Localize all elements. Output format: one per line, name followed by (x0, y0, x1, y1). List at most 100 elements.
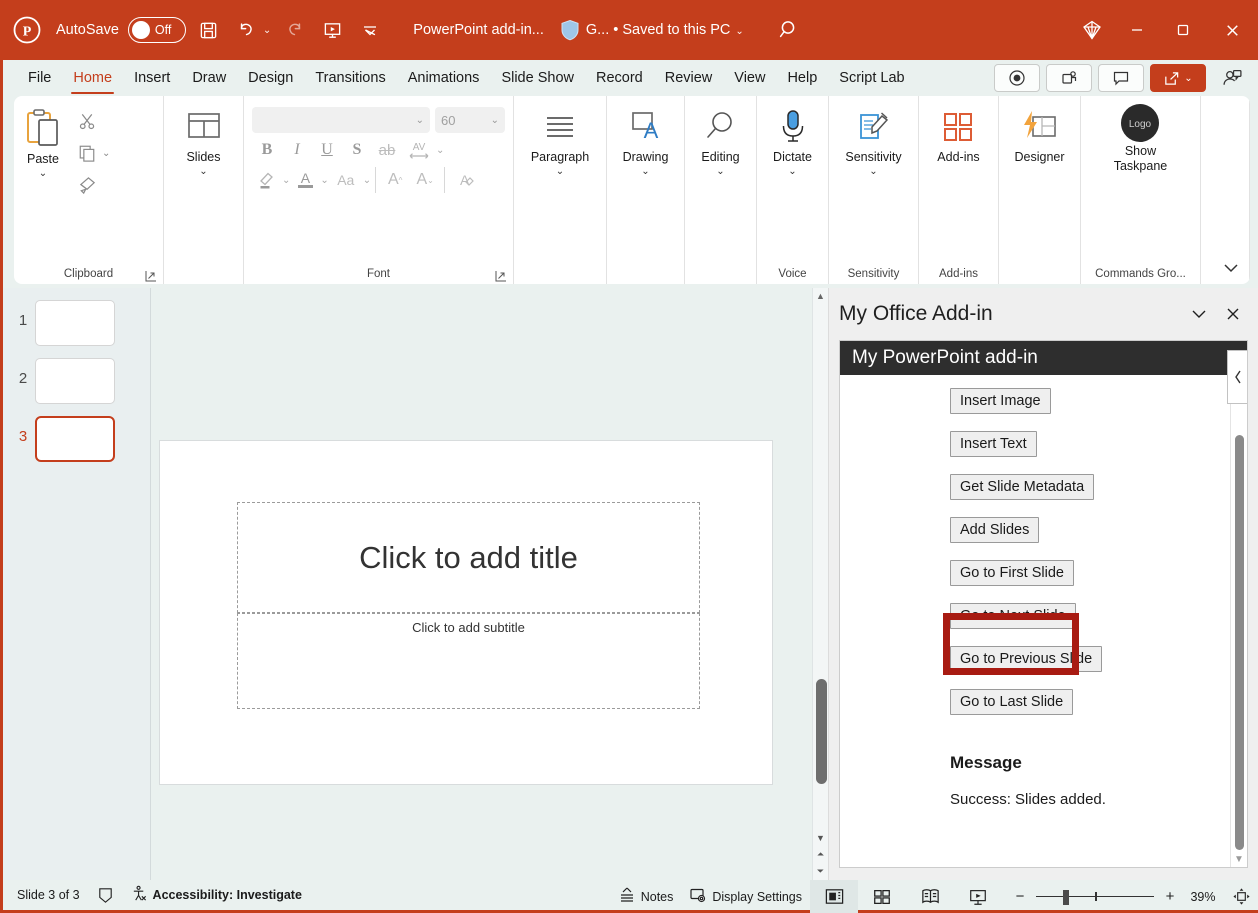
zoom-level-label[interactable]: 39% (1182, 890, 1224, 904)
go-to-next-slide-button[interactable]: Go to Next Slide (950, 603, 1076, 629)
language-proofing-icon[interactable] (88, 879, 123, 912)
addin-scroll-down-arrow-icon[interactable]: ▼ (1234, 854, 1244, 865)
start-presentation-icon[interactable] (317, 15, 347, 45)
bold-button[interactable]: B (252, 135, 282, 165)
decrease-font-size-button[interactable]: A⌄ (410, 165, 440, 195)
tab-review[interactable]: Review (654, 60, 724, 96)
accessibility-status[interactable]: Accessibility: Investigate (123, 879, 310, 912)
text-highlight-button[interactable] (252, 165, 282, 195)
clipboard-dialog-launcher[interactable] (145, 270, 157, 282)
document-title[interactable]: PowerPoint add-in... (413, 22, 544, 38)
slide-canvas[interactable]: Click to add title Click to add subtitle (159, 440, 773, 785)
display-settings-button[interactable]: Display Settings (681, 880, 810, 913)
undo-dropdown-caret-icon[interactable]: ⌄ (263, 25, 271, 36)
go-to-last-slide-button[interactable]: Go to Last Slide (950, 689, 1073, 715)
slide-vertical-scrollbar[interactable]: ▲ ▼ ⏶ ⏷ (812, 288, 828, 880)
tab-file[interactable]: File (17, 60, 62, 96)
reading-view-button[interactable] (906, 880, 954, 913)
tab-record[interactable]: Record (585, 60, 654, 96)
slide-count-label[interactable]: Slide 3 of 3 (3, 879, 88, 912)
fit-slide-to-window-icon[interactable] (1224, 887, 1258, 906)
close-icon[interactable] (1206, 0, 1258, 60)
tab-transitions[interactable]: Transitions (304, 60, 396, 96)
editing-button[interactable]: Editing ⌄ (692, 102, 748, 179)
normal-view-button[interactable] (810, 880, 858, 913)
tab-draw[interactable]: Draw (181, 60, 237, 96)
teams-present-button[interactable] (1046, 64, 1092, 92)
paste-caret-icon[interactable]: ⌄ (39, 168, 47, 179)
tab-design[interactable]: Design (237, 60, 304, 96)
tab-help[interactable]: Help (776, 60, 828, 96)
insert-text-button[interactable]: Insert Text (950, 431, 1037, 457)
dictate-caret-icon[interactable]: ⌄ (788, 166, 796, 177)
copy-button[interactable] (72, 138, 102, 168)
autosave-toggle[interactable]: Off (128, 17, 186, 43)
clear-formatting-button[interactable]: A (449, 165, 479, 195)
underline-button[interactable]: U (312, 135, 342, 165)
editing-caret-icon[interactable]: ⌄ (716, 166, 724, 177)
highlight-caret-icon[interactable]: ⌄ (282, 175, 290, 186)
undo-icon[interactable] (232, 15, 262, 45)
paste-button[interactable]: Paste ⌄ (14, 102, 72, 181)
scroll-up-arrow-icon[interactable]: ▲ (813, 288, 829, 304)
change-case-caret-icon[interactable]: ⌄ (363, 175, 371, 186)
add-slides-button[interactable]: Add Slides (950, 517, 1039, 543)
drawing-button[interactable]: A Drawing ⌄ (614, 102, 678, 179)
tab-home[interactable]: Home (62, 60, 123, 96)
addin-scrollbar-thumb[interactable] (1235, 435, 1244, 850)
show-taskpane-button[interactable]: Logo Show Taskpane (1105, 102, 1177, 176)
go-to-previous-slide-button[interactable]: Go to Previous Slide (950, 646, 1102, 672)
increase-font-size-button[interactable]: A^ (380, 165, 410, 195)
copilot-diamond-icon[interactable] (1070, 18, 1114, 42)
comments-button[interactable] (1098, 64, 1144, 92)
save-icon[interactable] (194, 15, 224, 45)
sensitivity-button[interactable]: Sensitivity ⌄ (836, 102, 910, 179)
zoom-slider[interactable] (1036, 890, 1154, 904)
font-name-input[interactable]: ⌄ (252, 107, 430, 133)
maximize-icon[interactable] (1160, 0, 1206, 60)
notes-button[interactable]: Notes (610, 880, 682, 913)
slide-thumbnail-item[interactable]: 2 (3, 358, 150, 404)
next-slide-double-arrow-icon[interactable]: ⏷ (817, 863, 824, 880)
strikethrough-button[interactable]: ab (372, 135, 402, 165)
dictate-button[interactable]: Dictate ⌄ (764, 102, 821, 179)
chevron-down-icon[interactable] (1182, 297, 1216, 331)
slides-caret-icon[interactable]: ⌄ (199, 166, 207, 177)
slide-thumbnail[interactable] (35, 300, 115, 346)
font-dialog-launcher[interactable] (495, 270, 507, 282)
share-caret-icon[interactable]: ⌄ (1184, 73, 1192, 84)
font-name-caret-icon[interactable]: ⌄ (416, 115, 424, 126)
slide-thumbnail-pane[interactable]: 1 2 3 (3, 288, 151, 880)
addin-vertical-scrollbar[interactable]: ▼ (1230, 375, 1247, 867)
cut-button[interactable] (72, 106, 102, 136)
tab-slide-show[interactable]: Slide Show (490, 60, 585, 96)
customize-quick-access-toolbar-icon[interactable] (355, 15, 385, 45)
sensitivity-shield-icon[interactable] (560, 19, 580, 41)
previous-slide-double-arrow-icon[interactable]: ⏶ (817, 846, 824, 863)
sensitivity-caret-icon[interactable]: ⌄ (869, 166, 877, 177)
slide-thumbnail-item[interactable]: 1 (3, 300, 150, 346)
record-button[interactable] (994, 64, 1040, 92)
change-case-button[interactable]: Aa (329, 165, 363, 195)
paragraph-button[interactable]: Paragraph ⌄ (522, 102, 598, 179)
tab-script-lab[interactable]: Script Lab (828, 60, 915, 96)
ribbon-collapse-chevron-icon[interactable] (1222, 261, 1240, 278)
text-shadow-button[interactable]: S (342, 135, 372, 165)
slide-thumbnail-item-selected[interactable]: 3 (3, 416, 150, 462)
minimize-icon[interactable] (1114, 0, 1160, 60)
slides-button[interactable]: Slides ⌄ (175, 102, 233, 179)
close-icon[interactable] (1216, 297, 1250, 331)
format-painter-button[interactable] (72, 170, 102, 200)
share-button[interactable]: ⌄ (1150, 64, 1206, 92)
chevron-left-icon[interactable] (1227, 350, 1247, 404)
zoom-in-button[interactable]: + (1158, 888, 1182, 905)
zoom-slider-handle[interactable] (1063, 890, 1069, 905)
slide-thumbnail-selected[interactable] (35, 416, 115, 462)
slide-show-view-button[interactable] (954, 880, 1002, 913)
title-placeholder[interactable]: Click to add title (237, 502, 700, 613)
tab-animations[interactable]: Animations (397, 60, 491, 96)
character-spacing-caret-icon[interactable]: ⌄ (436, 145, 444, 156)
search-icon[interactable] (778, 18, 802, 47)
font-color-button[interactable]: A (290, 165, 320, 195)
character-spacing-button[interactable]: AV (402, 135, 436, 165)
